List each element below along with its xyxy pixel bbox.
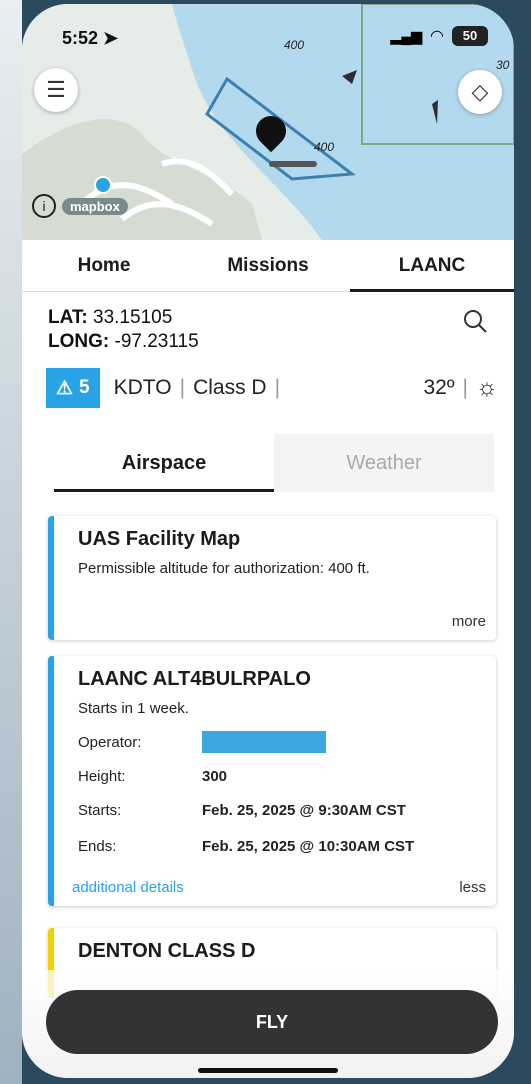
home-indicator[interactable]: [198, 1068, 338, 1073]
operator-label: Operator:: [78, 733, 142, 751]
coordinates: LAT: 33.15105 LONG: -97.23115: [48, 306, 199, 354]
location-arrow-icon: ➤: [103, 28, 119, 48]
starts-label: Starts:: [78, 801, 122, 819]
tab-weather[interactable]: Weather: [274, 434, 494, 492]
airspace-class: Class D: [193, 376, 267, 399]
tab-airspace[interactable]: Airspace: [54, 434, 274, 492]
map-altitude-label: 400: [284, 38, 305, 52]
card-text: Permissible altitude for authorization: …: [78, 560, 370, 577]
ends-label: Ends:: [78, 838, 117, 855]
main-tabs: Home Missions LAANC: [22, 240, 514, 292]
fly-button[interactable]: FLY: [46, 990, 498, 1054]
facility-map-card[interactable]: UAS Facility Map Permissible altitude fo…: [48, 516, 496, 640]
wifi-icon: ◠: [430, 28, 444, 45]
search-icon: [464, 310, 487, 333]
card-subtitle: Starts in 1 week.: [78, 700, 189, 717]
layers-icon: ◇: [471, 79, 489, 104]
ends-row: Ends: Feb. 25, 2025 @ 10:30AM CST: [78, 827, 482, 855]
menu-button[interactable]: ☰: [34, 68, 78, 112]
background-strip: [0, 0, 22, 1084]
temperature: 32º: [423, 376, 455, 399]
phone-screen: 5:52 ➤ ▂▄▆ ◠ 50 400 400 30 ☰ ◇ i mapbox …: [22, 4, 514, 1078]
card-title: DENTON CLASS D: [78, 940, 256, 962]
less-link[interactable]: less: [459, 879, 486, 896]
tab-laanc[interactable]: LAANC: [350, 240, 514, 292]
map-altitude-label: 400: [314, 140, 335, 154]
laanc-authorization-card[interactable]: LAANC ALT4BULRPALO Starts in 1 week. Ope…: [48, 656, 496, 906]
operator-row: Operator:: [78, 725, 482, 759]
battery-icon: 50: [452, 26, 488, 46]
weather-summary[interactable]: 32º | ☼: [424, 374, 499, 402]
ends-value: Feb. 25, 2025 @ 10:30AM CST: [202, 838, 415, 855]
search-button[interactable]: [462, 308, 488, 339]
alert-count: 5: [79, 377, 90, 398]
lat-value: 33.15105: [93, 307, 173, 328]
divider: |: [179, 376, 186, 399]
alerts-badge[interactable]: ⚠ 5: [46, 368, 100, 408]
status-indicators: ▂▄▆ ◠ 50: [391, 26, 488, 46]
long-label: LONG:: [48, 331, 110, 352]
signal-icon: ▂▄▆: [390, 27, 423, 44]
card-title: LAANC ALT4BULRPALO: [78, 668, 311, 690]
tab-missions[interactable]: Missions: [186, 240, 350, 291]
divider: |: [274, 376, 281, 399]
starts-value: Feb. 25, 2025 @ 9:30AM CST: [202, 801, 406, 819]
redacted-operator: [202, 731, 326, 753]
tab-home[interactable]: Home: [22, 240, 186, 291]
card-title: UAS Facility Map: [78, 528, 241, 550]
info-icon[interactable]: i: [32, 194, 56, 218]
hamburger-icon: ☰: [46, 77, 66, 102]
lat-label: LAT:: [48, 307, 88, 328]
additional-details-link[interactable]: additional details: [72, 879, 184, 896]
warning-icon: ⚠: [56, 377, 74, 399]
height-row: Height: 300: [78, 759, 482, 793]
current-location-dot: [94, 176, 112, 194]
map-view[interactable]: 5:52 ➤ ▂▄▆ ◠ 50 400 400 30 ☰ ◇ i mapbox: [22, 4, 514, 240]
long-value: -97.23115: [114, 331, 199, 352]
divider: |: [462, 376, 468, 399]
airport-code: KDTO: [113, 376, 172, 399]
more-link[interactable]: more: [452, 613, 486, 630]
starts-row: Starts: Feb. 25, 2025 @ 9:30AM CST: [78, 793, 482, 827]
height-value: 300: [202, 767, 228, 785]
sun-icon: ☼: [476, 374, 498, 401]
layers-button[interactable]: ◇: [458, 70, 502, 114]
airspace-info-row: ⚠ 5 KDTO | Class D | 32º | ☼: [46, 368, 498, 408]
detail-tabs: Airspace Weather: [54, 434, 494, 492]
mapbox-logo: mapbox: [62, 198, 128, 215]
map-altitude-label: 30: [496, 58, 510, 72]
status-time: 5:52 ➤: [62, 28, 119, 48]
height-label: Height:: [78, 767, 126, 785]
